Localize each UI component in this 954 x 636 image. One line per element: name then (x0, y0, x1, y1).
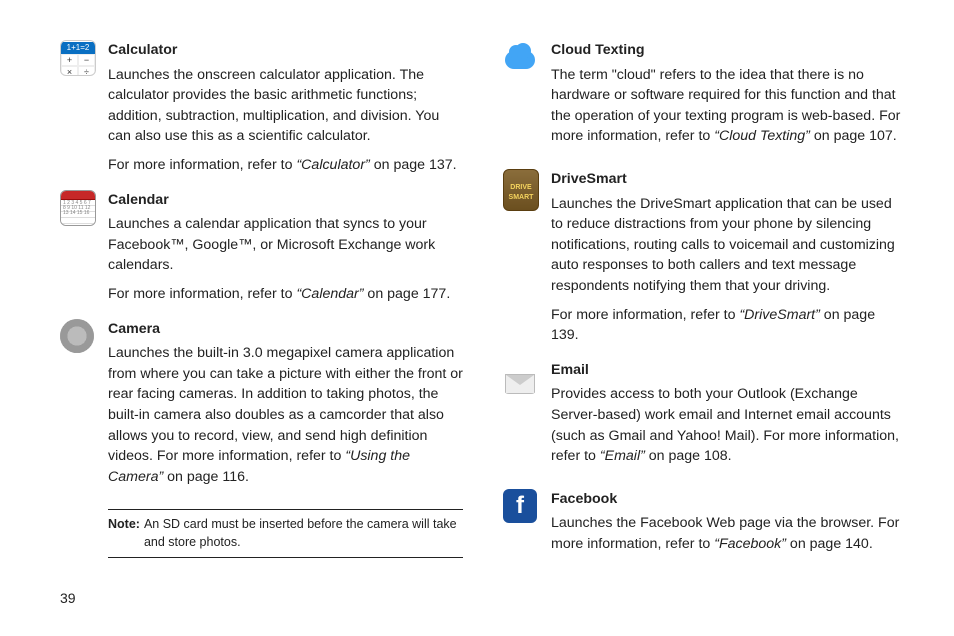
cross-ref[interactable]: “Cloud Texting” (714, 128, 810, 144)
entry-desc: Launches the built-in 3.0 megapixel came… (108, 343, 463, 487)
entry-title: DriveSmart (551, 169, 906, 190)
page-content: 1+1=2 +−×÷ Calculator Launches the onscr… (0, 0, 954, 586)
page-number: 39 (60, 590, 76, 606)
entry-title: Cloud Texting (551, 40, 906, 61)
note-text: An SD card must be inserted before the c… (144, 516, 463, 551)
entry-title: Email (551, 360, 906, 381)
email-icon (503, 360, 537, 394)
entry-title: Calculator (108, 40, 463, 61)
cross-ref[interactable]: “Calculator” (296, 157, 369, 173)
cross-ref[interactable]: “Facebook” (714, 536, 786, 552)
entry-desc: Launches the onscreen calculator applica… (108, 65, 463, 147)
cloud-texting-icon (503, 40, 537, 74)
calculator-icon: 1+1=2 +−×÷ (60, 40, 96, 76)
entry-desc: Provides access to both your Outlook (Ex… (551, 384, 906, 466)
entry-more: For more information, refer to “Calculat… (108, 155, 463, 176)
facebook-icon: f (503, 489, 537, 523)
left-column: 1+1=2 +−×÷ Calculator Launches the onscr… (60, 40, 463, 576)
entry-calendar: 1 2 3 4 5 6 78 9 10 11 1213 14 15 16 Cal… (60, 190, 463, 305)
entry-more: For more information, refer to “Calendar… (108, 284, 463, 305)
entry-more: For more information, refer to “DriveSma… (551, 305, 906, 346)
note-block: Note: An SD card must be inserted before… (108, 509, 463, 558)
entry-title: Facebook (551, 489, 906, 510)
entry-email: Email Provides access to both your Outlo… (503, 360, 906, 475)
entry-cloud-texting: Cloud Texting The term "cloud" refers to… (503, 40, 906, 155)
cross-ref[interactable]: “Calendar” (296, 286, 363, 302)
right-column: Cloud Texting The term "cloud" refers to… (503, 40, 906, 576)
entry-desc: Launches the Facebook Web page via the b… (551, 513, 906, 554)
entry-title: Calendar (108, 190, 463, 211)
cross-ref[interactable]: “Email” (600, 448, 645, 464)
camera-icon (60, 319, 94, 353)
entry-title: Camera (108, 319, 463, 340)
entry-desc: Launches a calendar application that syn… (108, 214, 463, 276)
entry-drivesmart: DRIVESMART DriveSmart Launches the Drive… (503, 169, 906, 346)
calendar-icon: 1 2 3 4 5 6 78 9 10 11 1213 14 15 16 (60, 190, 96, 226)
entry-desc: The term "cloud" refers to the idea that… (551, 65, 906, 147)
cross-ref[interactable]: “DriveSmart” (739, 307, 819, 323)
note-label: Note: (108, 516, 140, 551)
entry-calculator: 1+1=2 +−×÷ Calculator Launches the onscr… (60, 40, 463, 176)
entry-desc: Launches the DriveSmart application that… (551, 194, 906, 297)
drivesmart-icon: DRIVESMART (503, 169, 539, 211)
entry-facebook: f Facebook Launches the Facebook Web pag… (503, 489, 906, 563)
entry-camera: Camera Launches the built-in 3.0 megapix… (60, 319, 463, 496)
